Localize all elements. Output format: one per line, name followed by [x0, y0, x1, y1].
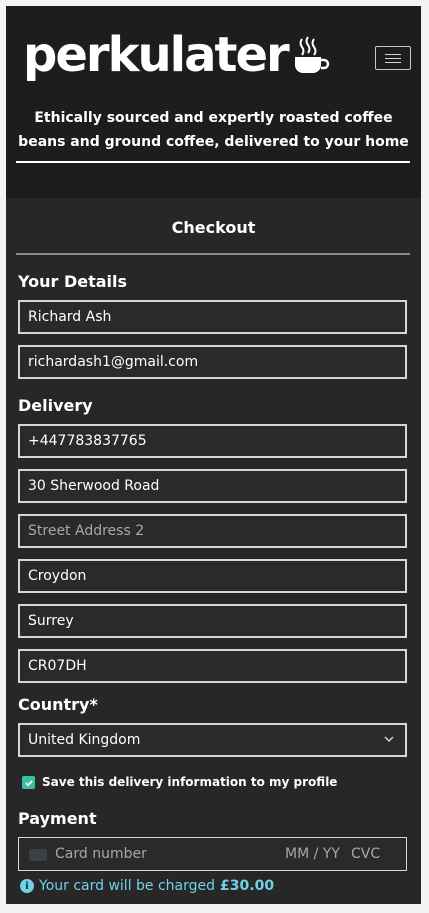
- site-header: perkulater Ethically sourced and expertl…: [6, 6, 421, 198]
- page-frame: perkulater Ethically sourced and expertl…: [6, 6, 421, 904]
- card-expiry-placeholder: MM / YY: [285, 846, 340, 862]
- delivery-heading: Delivery: [18, 396, 93, 415]
- card-input[interactable]: Card number MM / YY CVC: [18, 837, 407, 871]
- phone-field[interactable]: +447783837765: [18, 424, 407, 458]
- charge-amount: £30.00: [220, 878, 275, 894]
- hamburger-menu-icon[interactable]: [375, 46, 411, 70]
- country-heading: Country*: [18, 695, 98, 714]
- credit-card-icon: [29, 849, 47, 861]
- header-divider: [16, 161, 410, 163]
- town-field[interactable]: Croydon: [18, 559, 407, 593]
- logo-text: perkulater: [23, 27, 290, 83]
- checkmark-icon: [24, 779, 33, 786]
- full-name-field[interactable]: Richard Ash: [18, 300, 407, 334]
- your-details-heading: Your Details: [18, 272, 128, 291]
- postcode-field[interactable]: CR07DH: [18, 649, 407, 683]
- charge-notice: i Your card will be charged £30.00: [20, 878, 274, 894]
- chevron-down-icon: [384, 736, 394, 743]
- payment-heading: Payment: [18, 809, 97, 828]
- card-cvc-placeholder: CVC: [351, 846, 381, 862]
- street-address-2-field[interactable]: Street Address 2: [18, 514, 407, 548]
- charge-text: Your card will be charged: [39, 878, 216, 894]
- country-selected-value: United Kingdom: [28, 732, 141, 748]
- save-info-label[interactable]: Save this delivery information to my pro…: [42, 775, 337, 789]
- card-number-placeholder: Card number: [55, 846, 147, 862]
- title-divider: [16, 253, 410, 255]
- site-tagline: Ethically sourced and expertly roasted c…: [18, 110, 409, 150]
- page-title: Checkout: [171, 218, 256, 237]
- coffee-cup-icon: [294, 36, 329, 73]
- country-select[interactable]: United Kingdom: [18, 723, 407, 757]
- save-info-checkbox[interactable]: [22, 776, 35, 789]
- email-field[interactable]: richardash1@gmail.com: [18, 345, 407, 379]
- county-field[interactable]: Surrey: [18, 604, 407, 638]
- street-address-1-field[interactable]: 30 Sherwood Road: [18, 469, 407, 503]
- info-icon: i: [20, 879, 34, 893]
- site-logo[interactable]: perkulater: [23, 31, 330, 79]
